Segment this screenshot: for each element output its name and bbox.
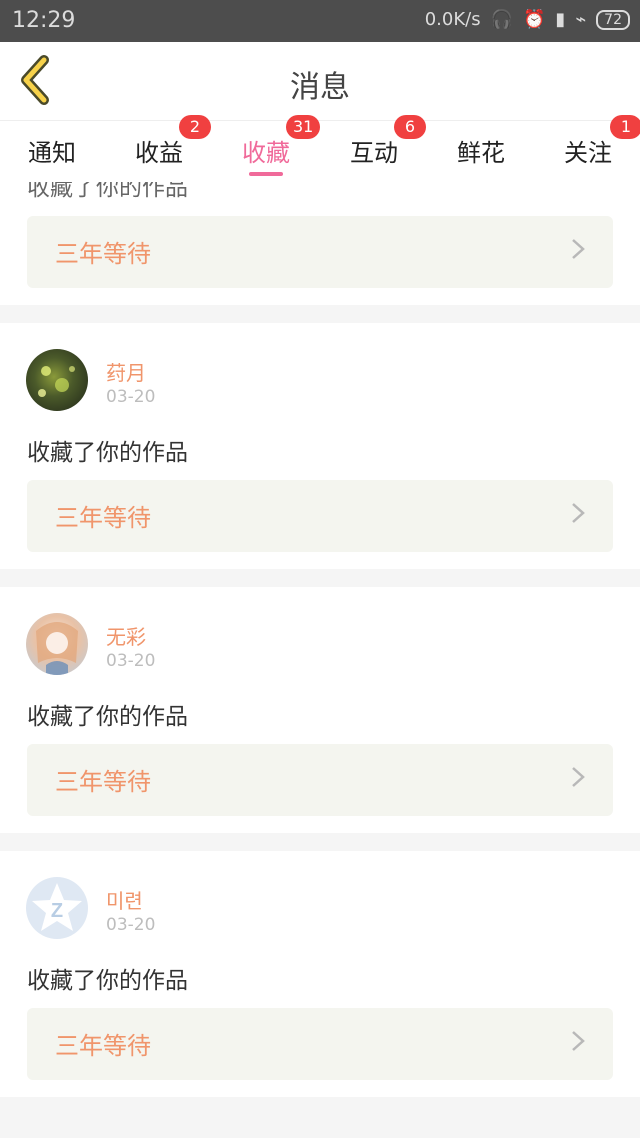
message-date: 03-20 xyxy=(106,915,156,935)
tab-badge: 2 xyxy=(179,115,211,139)
tab-badge: 1 xyxy=(610,115,640,139)
user-name[interactable]: 无彩 xyxy=(106,621,146,650)
work-link[interactable]: 三年等待 xyxy=(27,744,613,816)
tab-label: 关注 xyxy=(564,139,612,167)
signal-icon: ▮ xyxy=(555,9,566,30)
work-title: 三年等待 xyxy=(55,1032,151,1060)
tab-label: 鲜花 xyxy=(457,139,505,167)
tab-flowers[interactable]: 鲜花 xyxy=(441,133,521,168)
message-text: 收藏了你的作品 xyxy=(27,440,188,466)
work-link[interactable]: 三年等待 xyxy=(27,216,613,288)
message-list[interactable]: 收藏了你的作品 三年等待 荮月 03-20 收藏了你的作品 三年等待 无彩 03… xyxy=(0,182,640,1138)
tab-interactions[interactable]: 互动 6 xyxy=(334,115,426,168)
tab-follows[interactable]: 关注 1 xyxy=(548,115,640,168)
work-link[interactable]: 三年等待 xyxy=(27,480,613,552)
page-title: 消息 xyxy=(290,70,350,105)
user-name[interactable]: 荮月 xyxy=(106,357,146,386)
app-header: 消息 xyxy=(0,42,640,121)
tab-favorites[interactable]: 收藏 31 xyxy=(226,115,321,168)
tab-bar: 通知 收益 2 收藏 31 互动 6 鲜花 关注 1 xyxy=(0,115,640,183)
avatar[interactable] xyxy=(26,349,88,411)
message-text: 收藏了你的作品 xyxy=(27,968,188,994)
message-date: 03-20 xyxy=(106,387,156,407)
work-title: 三年等待 xyxy=(55,504,151,532)
headphones-icon: 🎧 xyxy=(490,9,513,30)
tab-label: 互动 xyxy=(350,139,398,167)
avatar-image xyxy=(36,622,78,675)
message-text: 收藏了你的作品 xyxy=(27,704,188,730)
star-icon: Z xyxy=(32,883,82,931)
tab-label: 收藏 xyxy=(242,139,290,167)
tab-badge: 6 xyxy=(394,115,426,139)
list-item: 收藏了你的作品 三年等待 xyxy=(0,182,640,305)
list-item: 无彩 03-20 收藏了你的作品 三年等待 xyxy=(0,587,640,833)
list-item: Z 미련 03-20 收藏了你的作品 三年等待 xyxy=(0,851,640,1097)
user-name[interactable]: 미련 xyxy=(106,885,143,914)
tab-label: 通知 xyxy=(28,139,76,167)
chevron-right-icon xyxy=(572,767,585,787)
tab-badge: 31 xyxy=(286,115,321,139)
message-text: 收藏了你的作品 xyxy=(27,182,188,201)
chevron-right-icon xyxy=(572,239,585,259)
work-title: 三年等待 xyxy=(55,240,151,268)
status-bar: 12:29 0.0K/s 🎧 ⏰ ▮ ⌁ 72 xyxy=(0,0,640,42)
message-date: 03-20 xyxy=(106,651,156,671)
status-icons: 0.0K/s 🎧 ⏰ ▮ ⌁ 72 xyxy=(425,9,630,30)
avatar-image xyxy=(38,366,75,397)
work-title: 三年等待 xyxy=(55,768,151,796)
chevron-right-icon xyxy=(572,1031,585,1051)
tab-earnings[interactable]: 收益 2 xyxy=(119,115,211,168)
status-time: 12:29 xyxy=(12,8,76,33)
active-tab-indicator xyxy=(249,172,283,176)
chevron-right-icon xyxy=(572,503,585,523)
list-item: 荮月 03-20 收藏了你的作品 三年等待 xyxy=(0,323,640,569)
network-speed: 0.0K/s xyxy=(424,9,481,30)
work-link[interactable]: 三年等待 xyxy=(27,1008,613,1080)
tab-notifications[interactable]: 通知 xyxy=(12,133,92,168)
svg-text:Z: Z xyxy=(51,900,63,922)
avatar[interactable]: Z xyxy=(26,877,88,939)
wifi-icon: ⌁ xyxy=(575,9,587,30)
tab-label: 收益 xyxy=(135,139,183,167)
battery-icon: 72 xyxy=(596,9,630,30)
avatar[interactable] xyxy=(26,613,88,675)
alarm-icon: ⏰ xyxy=(523,9,546,30)
